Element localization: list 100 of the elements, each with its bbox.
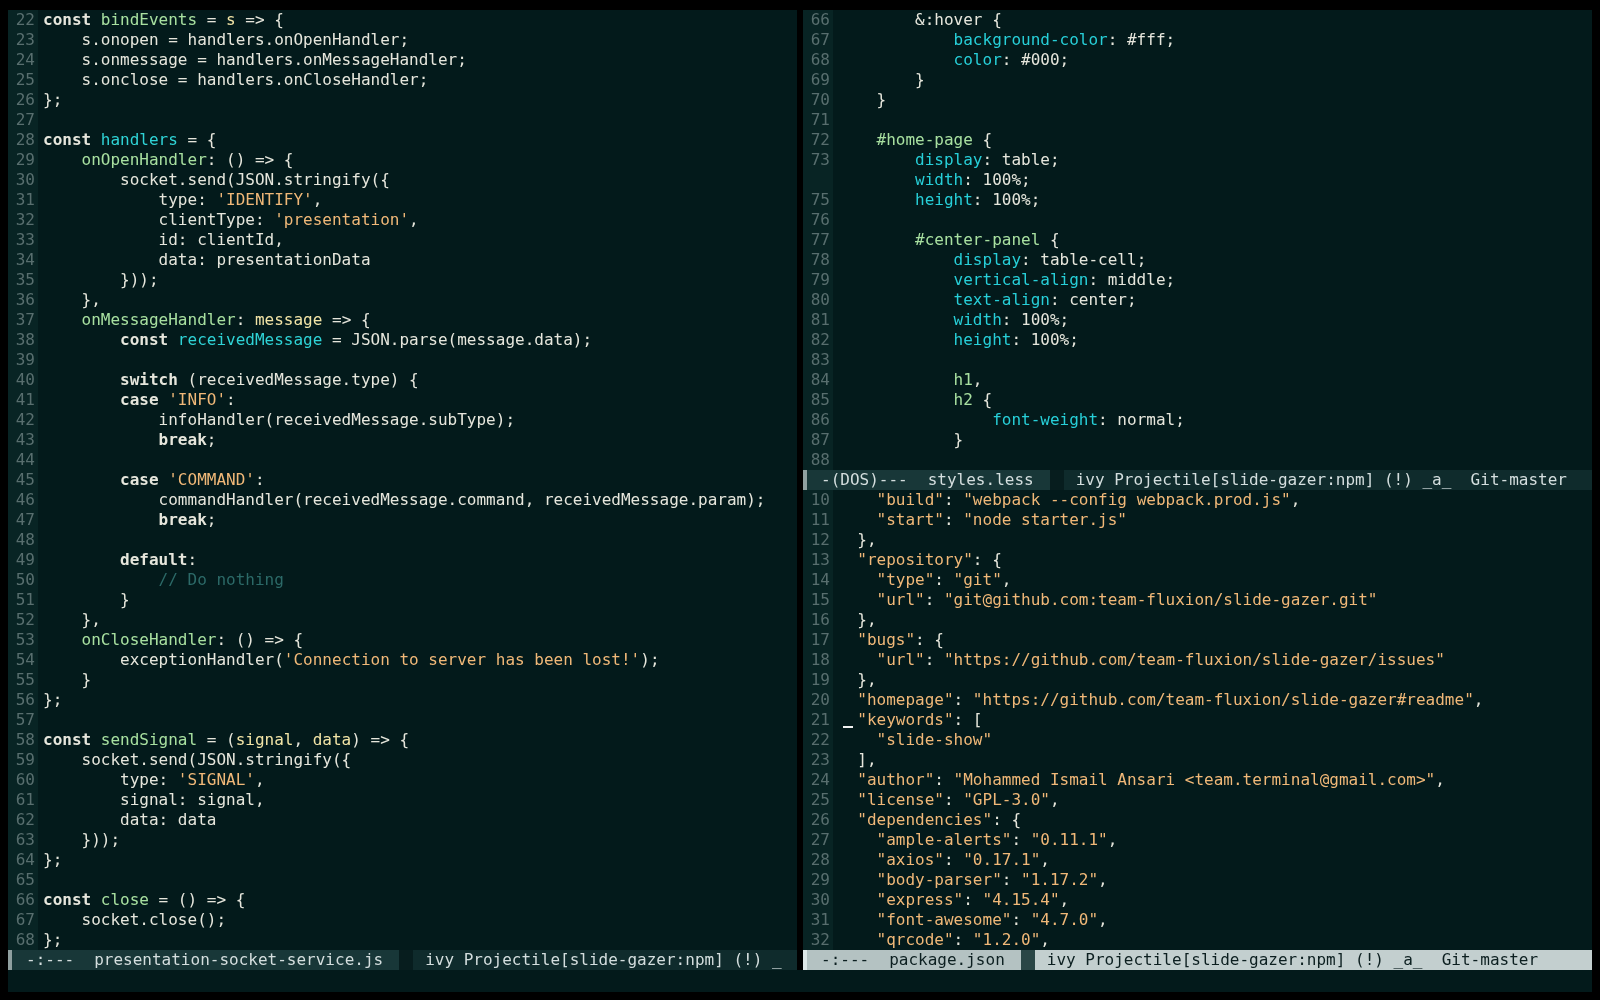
line-number: 60 xyxy=(14,770,36,790)
line-number: 34 xyxy=(14,250,36,270)
line-number: 63 xyxy=(14,830,36,850)
code-line: "font-awesome": "4.7.0", xyxy=(876,910,1108,930)
code-line: id: clientId, xyxy=(158,230,284,250)
code-line: // Do nothing xyxy=(158,570,284,590)
code-line: "repository": { xyxy=(857,550,1002,570)
code-line: data: data xyxy=(120,810,217,830)
code-line: const sendSignal = (signal, data) => { xyxy=(43,730,410,750)
code-line: } xyxy=(876,90,887,110)
code-line: "url": "https://github.com/team-fluxion/slide-gazer/issues" xyxy=(876,650,1445,670)
line-number: 25 xyxy=(809,790,831,810)
line-number: 26 xyxy=(14,90,36,110)
line-number: 45 xyxy=(14,470,36,490)
line-number: 30 xyxy=(809,890,831,910)
code-line: "homepage": "https://github.com/team-fluxion/slide-gazer#readme", xyxy=(857,690,1484,710)
code-line: "license": "GPL-3.0", xyxy=(857,790,1060,810)
line-number: 24 xyxy=(809,770,831,790)
line-number: 68 xyxy=(809,50,831,70)
code-line: socket.send(JSON.stringify({ xyxy=(81,750,352,770)
buffer-state: -(DOS)--- xyxy=(821,470,908,490)
line-number: 78 xyxy=(809,250,831,270)
buffer-state: -:--- xyxy=(26,950,75,970)
code-line: onCloseHandler: () => { xyxy=(81,630,304,650)
line-number: 64 xyxy=(14,850,36,870)
line-number: 58 xyxy=(14,730,36,750)
line-number: 28 xyxy=(809,850,831,870)
line-number: 81 xyxy=(809,310,831,330)
code-line: s.onclose = handlers.onCloseHandler; xyxy=(81,70,429,90)
line-number: 31 xyxy=(809,910,831,930)
code-line: h1, xyxy=(953,370,983,390)
code-line: display: table; xyxy=(915,150,1060,170)
line-number: 72 xyxy=(809,130,831,150)
line-number: 66 xyxy=(14,890,36,910)
line-number: 75 xyxy=(809,190,831,210)
code-line: "url": "git@github.com:team-fluxion/slide-gazer.git" xyxy=(876,590,1378,610)
buffer-name: styles.less xyxy=(927,470,1034,490)
line-number: 65 xyxy=(14,870,36,890)
line-number: 69 xyxy=(809,70,831,90)
line-number: 21 xyxy=(809,710,831,730)
code-line: "ample-alerts": "0.11.1", xyxy=(876,830,1118,850)
code-line: const close = () => { xyxy=(43,890,246,910)
line-number: 54 xyxy=(14,650,36,670)
line-number: 67 xyxy=(809,30,831,50)
line-number: 66 xyxy=(809,10,831,30)
line-number: 26 xyxy=(809,810,831,830)
line-number: 22 xyxy=(809,730,831,750)
line-number: 19 xyxy=(809,670,831,690)
line-number: 80 xyxy=(809,290,831,310)
line-number: 49 xyxy=(14,550,36,570)
code-line: "type": "git", xyxy=(876,570,1012,590)
line-number: 48 xyxy=(14,530,36,550)
line-number: 32 xyxy=(809,930,831,950)
code-line: s.onopen = handlers.onOpenHandler; xyxy=(81,30,410,50)
code-line: const receivedMessage = JSON.parse(message.data); xyxy=(120,330,593,350)
line-number: 67 xyxy=(14,910,36,930)
line-number: 29 xyxy=(809,870,831,890)
line-number: 51 xyxy=(14,590,36,610)
code-line: "build": "webpack --config webpack.prod.js", xyxy=(876,490,1301,510)
code-line: clientType: 'presentation', xyxy=(158,210,419,230)
line-number: 36 xyxy=(14,290,36,310)
line-number: 87 xyxy=(809,430,831,450)
line-number: 85 xyxy=(809,390,831,410)
line-number: 38 xyxy=(14,330,36,350)
line-number: 14 xyxy=(809,570,831,590)
code-line: } xyxy=(81,670,92,690)
line-number: 46 xyxy=(14,490,36,510)
line-number: 43 xyxy=(14,430,36,450)
line-number: 32 xyxy=(14,210,36,230)
line-number: 16 xyxy=(809,610,831,630)
code-line: "express": "4.15.4", xyxy=(876,890,1070,910)
code-line: h2 { xyxy=(953,390,993,410)
line-number: 83 xyxy=(809,350,831,370)
code-line: width: 100%; xyxy=(915,170,1031,190)
line-number: 55 xyxy=(14,670,36,690)
code-line: type: 'IDENTIFY', xyxy=(158,190,323,210)
line-number: 35 xyxy=(14,270,36,290)
code-line: } xyxy=(120,590,130,610)
code-line: "body-parser": "1.17.2", xyxy=(876,870,1108,890)
code-line: case 'INFO': xyxy=(120,390,236,410)
line-number: 28 xyxy=(14,130,36,150)
code-line: "start": "node starter.js" xyxy=(876,510,1127,530)
line-number: 15 xyxy=(809,590,831,610)
code-line: }, xyxy=(857,530,877,550)
line-number: 29 xyxy=(14,150,36,170)
buffer-state: -:--- xyxy=(821,950,870,970)
code-line: infoHandler(receivedMessage.subType); xyxy=(158,410,515,430)
code-line: }; xyxy=(43,930,63,950)
line-number: 52 xyxy=(14,610,36,630)
code-line: #home-page { xyxy=(876,130,993,150)
line-number: 37 xyxy=(14,310,36,330)
line-number: 76 xyxy=(809,210,831,230)
mode-list: ivy Projectile[slide-gazer:npm] (!) _a_ Git-master xyxy=(1034,950,1539,970)
code-line: font-weight: normal; xyxy=(992,410,1185,430)
code-line: &:hover { xyxy=(915,10,1002,30)
line-number: 42 xyxy=(14,410,36,430)
line-number: 50 xyxy=(14,570,36,590)
code-line: break; xyxy=(158,430,217,450)
line-number: 57 xyxy=(14,710,36,730)
line-number: 56 xyxy=(14,690,36,710)
